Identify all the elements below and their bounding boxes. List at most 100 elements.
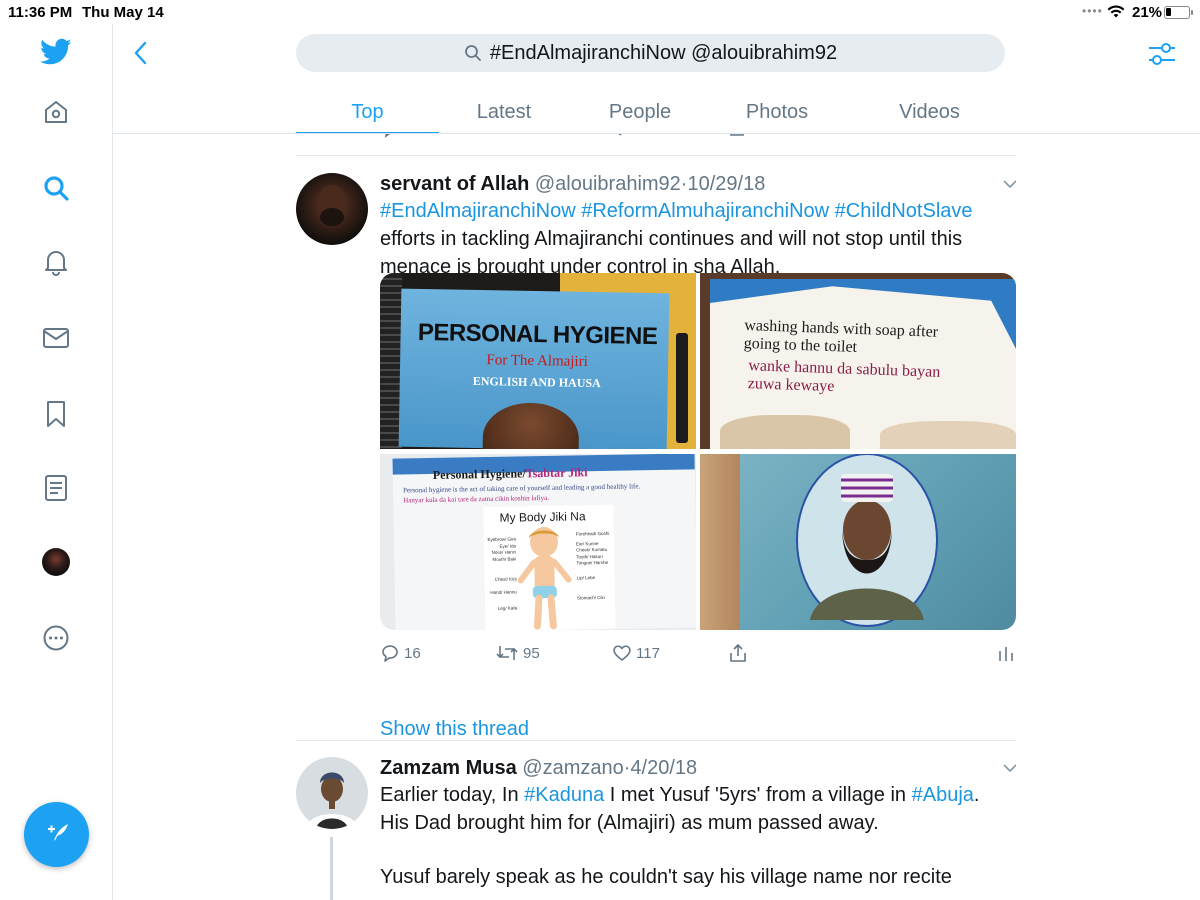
- status-date: Thu May 14: [82, 4, 164, 21]
- chevron-down-icon[interactable]: [1002, 763, 1016, 773]
- book-page: washing hands with soap after going to t…: [710, 279, 1016, 449]
- tab-people[interactable]: People: [569, 90, 711, 134]
- reply-icon[interactable]: [382, 134, 400, 138]
- retweet-count: 95: [523, 644, 540, 662]
- display-name[interactable]: Zamzam Musa: [380, 757, 517, 779]
- status-bar: 11:36 PM Thu May 14 •••• 21%: [0, 0, 1200, 24]
- back-arrow-icon: [134, 41, 147, 65]
- search-tabs: Top Latest People Photos Videos: [296, 90, 1016, 134]
- search-query-text: #EndAlmajiranchiNow @alouibrahim92: [489, 41, 838, 64]
- hashtag-line: #EndAlmajiranchiNow #ReformAlmuhajiranch…: [380, 197, 1010, 225]
- like-heart-icon: [613, 645, 631, 661]
- filter-sliders-icon: [1149, 43, 1175, 65]
- hashtag-link[interactable]: #Abuja: [912, 784, 974, 806]
- user-handle[interactable]: @alouibrahim92: [535, 173, 681, 195]
- hands-photo-left: [720, 415, 850, 449]
- sidebar-nav: [0, 24, 113, 900]
- tweet-paragraph: Earlier today, In #Kaduna I met Yusuf '5…: [380, 784, 980, 834]
- hands-photo-right: [880, 421, 1016, 449]
- diagram-heading: Personal Hygiene/Tsabtar Jiki: [432, 465, 588, 482]
- chevron-down-icon[interactable]: [1002, 179, 1016, 189]
- tweet-photo[interactable]: washing hands with soap after going to t…: [700, 273, 1016, 449]
- reply-icon: [382, 645, 398, 662]
- compose-tweet-button[interactable]: [24, 802, 89, 867]
- tweet-photo[interactable]: PERSONAL HYGIENE For The Almajiri ENGLIS…: [380, 273, 696, 449]
- like-button[interactable]: 117: [612, 643, 660, 663]
- tab-videos[interactable]: Videos: [843, 90, 1016, 134]
- messages-envelope-icon[interactable]: [40, 322, 72, 354]
- compose-tweet-icon: [42, 817, 72, 852]
- child-face: [482, 402, 580, 449]
- search-results-feed[interactable]: servant of Allah @alouibrahim92·10/29/18…: [296, 134, 1016, 900]
- tweet-photo[interactable]: Personal Hygiene/Tsabtar Jiki Personal h…: [380, 454, 696, 630]
- tweet[interactable]: servant of Allah @alouibrahim92·10/29/18…: [296, 156, 1016, 740]
- book-page: Personal Hygiene/Tsabtar Jiki Personal h…: [392, 454, 696, 630]
- book-title: PERSONAL HYGIENE: [417, 318, 658, 351]
- search-icon: [464, 44, 482, 62]
- avatar[interactable]: [296, 757, 368, 829]
- tweet-text: #EndAlmajiranchiNow #ReformAlmuhajiranch…: [380, 197, 1010, 281]
- thread-connector-line: [330, 837, 333, 900]
- twitter-logo-icon[interactable]: [40, 36, 72, 68]
- diagram-title: My Body Jiki Na: [499, 509, 586, 525]
- explore-search-icon[interactable]: [40, 172, 72, 204]
- tweet-header: servant of Allah @alouibrahim92·10/29/18: [380, 173, 765, 196]
- more-icon[interactable]: [40, 622, 72, 654]
- page-banner: [710, 279, 1016, 303]
- home-icon[interactable]: [40, 96, 72, 128]
- tweet-photo[interactable]: [700, 454, 1016, 630]
- page-hausa-text: wanke hannu da sabulu bayan zuwa kewaye: [747, 357, 941, 396]
- tweet-media-grid: PERSONAL HYGIENE For The Almajiri ENGLIS…: [380, 273, 1016, 630]
- search-filter-button[interactable]: [1147, 40, 1177, 68]
- cellular-signal-icon: ••••: [1082, 4, 1103, 18]
- diagram-labels-left: Eyebrow/ Gira Eye/ Ido Nose/ Hanci Mouth…: [487, 536, 518, 611]
- hashtag-link[interactable]: #EndAlmajiranchiNow: [380, 200, 576, 222]
- tweet-paragraph: Yusuf barely speak as he couldn't say hi…: [380, 866, 952, 888]
- tab-top[interactable]: Top: [296, 90, 439, 134]
- tweet-date[interactable]: 10/29/18: [687, 173, 765, 195]
- retweet-button[interactable]: 95: [495, 643, 540, 663]
- page-edge: [700, 454, 740, 630]
- page-english-text: washing hands with soap after going to t…: [743, 316, 939, 356]
- tweet-actions: 16 95 117: [380, 643, 1016, 667]
- lists-icon[interactable]: [40, 472, 72, 504]
- user-handle[interactable]: @zamzano: [522, 757, 623, 779]
- analytics-icon[interactable]: [1000, 134, 1014, 138]
- profile-avatar[interactable]: [40, 546, 72, 578]
- tab-photos[interactable]: Photos: [711, 90, 843, 134]
- like-icon[interactable]: [612, 134, 630, 138]
- book-language: ENGLISH AND HAUSA: [472, 373, 601, 391]
- hashtag-link[interactable]: #ChildNotSlave: [835, 200, 973, 222]
- tab-latest[interactable]: Latest: [439, 90, 569, 134]
- pen: [676, 333, 688, 443]
- retweet-icon[interactable]: [499, 134, 519, 138]
- show-this-thread-link[interactable]: Show this thread: [380, 718, 529, 741]
- diagram-labels-right: Forehead/ Goshi Ear/ Kunne Cheek/ Kumatu…: [575, 530, 610, 601]
- hashtag-link[interactable]: #ReformAlmuhajiranchiNow: [581, 200, 829, 222]
- tweet-date[interactable]: 4/20/18: [630, 757, 697, 779]
- reply-button[interactable]: 16: [380, 643, 421, 663]
- child-body-illustration: [517, 527, 572, 630]
- analytics-button[interactable]: [998, 643, 1016, 663]
- avatar[interactable]: [296, 173, 368, 245]
- battery-percent: 21%: [1132, 4, 1163, 21]
- wifi-icon: [1106, 3, 1126, 23]
- tweet[interactable]: Zamzam Musa @zamzano·4/20/18 Earlier tod…: [296, 741, 1016, 900]
- bookmarks-icon[interactable]: [40, 398, 72, 430]
- tweet-text: Earlier today, In #Kaduna I met Yusuf '5…: [380, 781, 1010, 891]
- display-name[interactable]: servant of Allah: [380, 173, 529, 195]
- notifications-bell-icon[interactable]: [40, 246, 72, 278]
- battery-icon: [1164, 6, 1193, 19]
- previous-tweet-actions: [296, 134, 1016, 142]
- hashtag-link[interactable]: #Kaduna: [524, 784, 604, 806]
- tweet-header: Zamzam Musa @zamzano·4/20/18: [380, 757, 697, 780]
- share-icon[interactable]: [728, 134, 746, 138]
- page-corner: [980, 279, 1016, 349]
- retweet-icon: [496, 646, 518, 660]
- back-button[interactable]: [128, 40, 154, 66]
- book-cover: PERSONAL HYGIENE For The Almajiri ENGLIS…: [398, 288, 670, 449]
- reply-count: 16: [404, 644, 421, 662]
- share-button[interactable]: [728, 643, 752, 663]
- search-input[interactable]: #EndAlmajiranchiNow @alouibrahim92: [296, 34, 1005, 72]
- status-time: 11:36 PM: [8, 4, 73, 21]
